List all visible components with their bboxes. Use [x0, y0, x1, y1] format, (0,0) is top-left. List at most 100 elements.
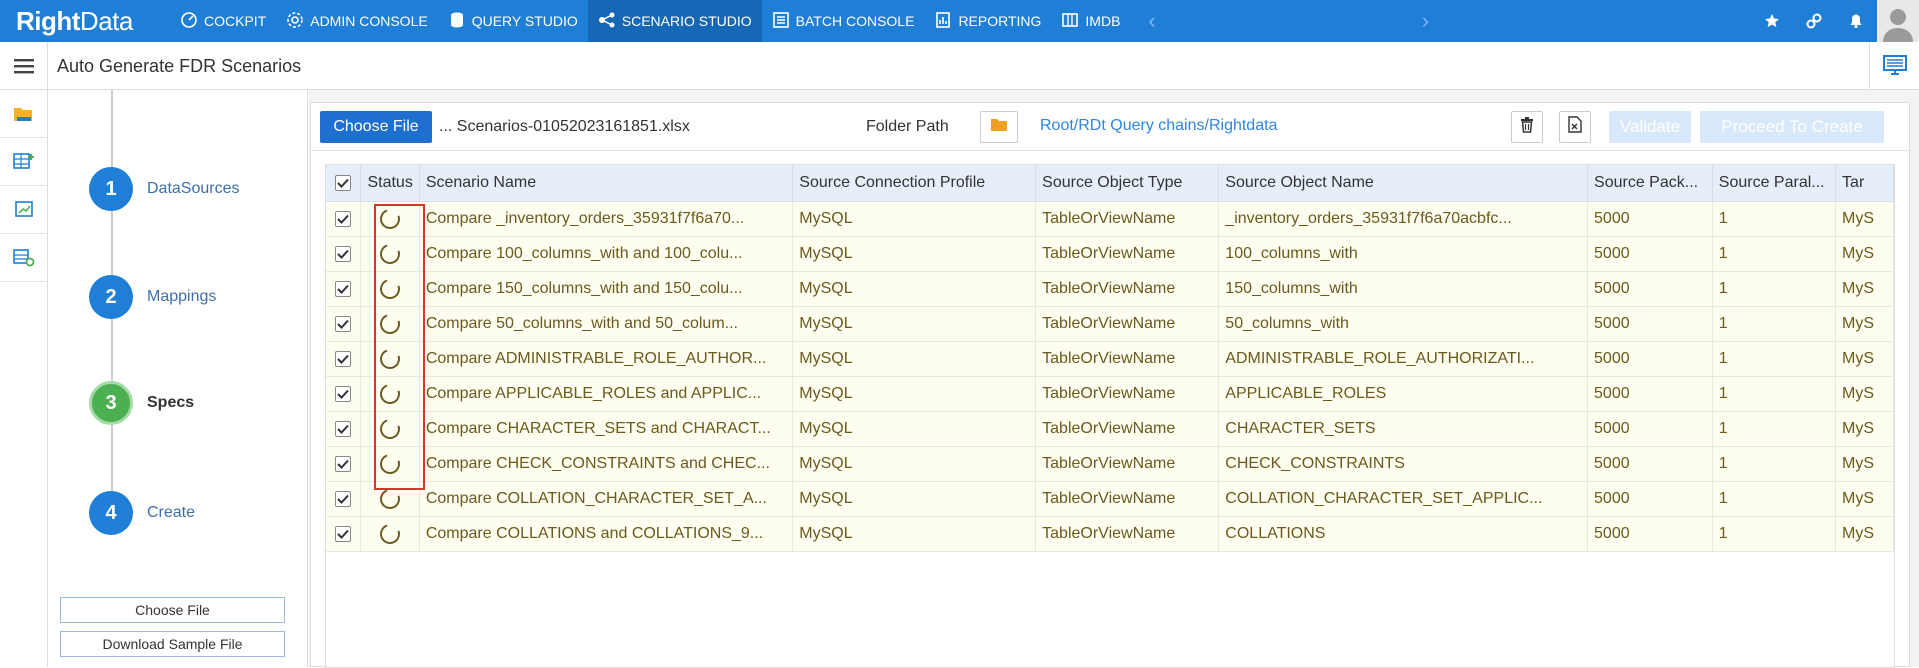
row-select-cell[interactable]	[326, 236, 362, 272]
row-select-cell[interactable]	[326, 306, 362, 342]
rail-settings-grid-icon[interactable]	[0, 234, 48, 282]
upload-choose-file-button[interactable]: Choose File	[320, 111, 432, 143]
scenario-name-cell[interactable]: Compare COLLATION_CHARACTER_SET_A...	[419, 481, 794, 517]
nav-query-studio[interactable]: QUERY STUDIO	[438, 0, 588, 42]
column-header[interactable]: Source Object Name	[1218, 165, 1589, 202]
folder-browse-button[interactable]	[980, 111, 1018, 143]
monitor-icon[interactable]	[1869, 42, 1919, 90]
row-select-cell[interactable]	[326, 446, 362, 482]
row-checkbox[interactable]	[335, 420, 352, 437]
target-cell[interactable]: MyS	[1835, 201, 1894, 237]
target-cell[interactable]: MyS	[1835, 236, 1894, 272]
target-cell[interactable]: MyS	[1835, 271, 1894, 307]
source-connection-profile-cell[interactable]: MySQL	[792, 376, 1037, 412]
source-object-name-cell[interactable]: _inventory_orders_35931f7f6a70acbfc...	[1218, 201, 1589, 237]
source-pack-cell[interactable]: 5000	[1587, 201, 1713, 237]
table-row[interactable]: Compare 50_columns_with and 50_colum... …	[326, 306, 1894, 342]
row-select-cell[interactable]	[326, 481, 362, 517]
source-object-name-cell[interactable]: COLLATION_CHARACTER_SET_APPLIC...	[1218, 481, 1589, 517]
target-cell[interactable]: MyS	[1835, 411, 1894, 447]
nav-scroll-left-icon[interactable]: ‹	[1140, 0, 1163, 42]
nav-batch-console[interactable]: BATCH CONSOLE	[762, 0, 925, 42]
source-object-type-cell[interactable]: TableOrViewName	[1035, 516, 1220, 552]
rail-chart-icon[interactable]	[0, 186, 48, 234]
source-connection-profile-cell[interactable]: MySQL	[792, 271, 1037, 307]
source-pack-cell[interactable]: 5000	[1587, 516, 1713, 552]
source-object-name-cell[interactable]: 100_columns_with	[1218, 236, 1589, 272]
source-object-type-cell[interactable]: TableOrViewName	[1035, 236, 1220, 272]
source-pack-cell[interactable]: 5000	[1587, 376, 1713, 412]
source-object-name-cell[interactable]: CHECK_CONSTRAINTS	[1218, 446, 1589, 482]
source-connection-profile-cell[interactable]: MySQL	[792, 481, 1037, 517]
export-excel-button[interactable]	[1559, 111, 1591, 143]
row-checkbox[interactable]	[335, 315, 352, 332]
select-all-header[interactable]	[326, 165, 362, 202]
delete-button[interactable]	[1511, 111, 1543, 143]
source-object-type-cell[interactable]: TableOrViewName	[1035, 201, 1220, 237]
source-connection-profile-cell[interactable]: MySQL	[792, 446, 1037, 482]
column-header[interactable]: Source Pack...	[1587, 165, 1713, 202]
source-object-type-cell[interactable]: TableOrViewName	[1035, 306, 1220, 342]
scenario-name-cell[interactable]: Compare _inventory_orders_35931f7f6a70..…	[419, 201, 794, 237]
select-all-checkbox[interactable]	[335, 174, 352, 191]
step-datasources[interactable]: 1 DataSources	[89, 167, 240, 211]
source-parallel-cell[interactable]: 1	[1712, 341, 1837, 377]
scenario-name-cell[interactable]: Compare CHARACTER_SETS and CHARACT...	[419, 411, 794, 447]
target-cell[interactable]: MyS	[1835, 341, 1894, 377]
scenario-name-cell[interactable]: Compare 150_columns_with and 150_colu...	[419, 271, 794, 307]
rail-add-grid-icon[interactable]	[0, 138, 48, 186]
source-pack-cell[interactable]: 5000	[1587, 271, 1713, 307]
table-row[interactable]: Compare 100_columns_with and 100_colu...…	[326, 236, 1894, 272]
source-object-name-cell[interactable]: 50_columns_with	[1218, 306, 1589, 342]
row-select-cell[interactable]	[326, 411, 362, 447]
source-object-type-cell[interactable]: TableOrViewName	[1035, 376, 1220, 412]
row-select-cell[interactable]	[326, 271, 362, 307]
source-parallel-cell[interactable]: 1	[1712, 201, 1837, 237]
row-checkbox[interactable]	[335, 385, 352, 402]
table-row[interactable]: Compare APPLICABLE_ROLES and APPLIC... M…	[326, 376, 1894, 412]
target-cell[interactable]: MyS	[1835, 446, 1894, 482]
table-row[interactable]: Compare CHECK_CONSTRAINTS and CHEC... My…	[326, 446, 1894, 482]
source-parallel-cell[interactable]: 1	[1712, 481, 1837, 517]
source-pack-cell[interactable]: 5000	[1587, 411, 1713, 447]
row-checkbox[interactable]	[335, 455, 352, 472]
source-parallel-cell[interactable]: 1	[1712, 411, 1837, 447]
source-pack-cell[interactable]: 5000	[1587, 306, 1713, 342]
choose-file-button[interactable]: Choose File	[60, 597, 285, 623]
scenario-name-cell[interactable]: Compare COLLATIONS and COLLATIONS_9...	[419, 516, 794, 552]
column-header[interactable]: Tar	[1835, 165, 1894, 202]
nav-scroll-right-icon[interactable]: ›	[1414, 0, 1437, 42]
nav-scenario-studio[interactable]: SCENARIO STUDIO	[587, 0, 762, 42]
scenario-name-cell[interactable]: Compare 50_columns_with and 50_colum...	[419, 306, 794, 342]
row-checkbox[interactable]	[335, 490, 352, 507]
link-icon[interactable]	[1793, 0, 1835, 42]
source-object-name-cell[interactable]: APPLICABLE_ROLES	[1218, 376, 1589, 412]
step-mappings[interactable]: 2 Mappings	[89, 275, 216, 319]
step-specs[interactable]: 3 Specs	[89, 381, 194, 425]
rail-folders-icon[interactable]	[0, 90, 48, 138]
step-create[interactable]: 4 Create	[89, 491, 195, 535]
source-connection-profile-cell[interactable]: MySQL	[792, 201, 1037, 237]
source-connection-profile-cell[interactable]: MySQL	[792, 411, 1037, 447]
source-parallel-cell[interactable]: 1	[1712, 236, 1837, 272]
table-row[interactable]: Compare CHARACTER_SETS and CHARACT... My…	[326, 411, 1894, 447]
source-parallel-cell[interactable]: 1	[1712, 376, 1837, 412]
star-icon[interactable]	[1751, 0, 1793, 42]
row-checkbox[interactable]	[335, 525, 352, 542]
source-object-type-cell[interactable]: TableOrViewName	[1035, 271, 1220, 307]
row-checkbox[interactable]	[335, 210, 352, 227]
scenario-name-cell[interactable]: Compare APPLICABLE_ROLES and APPLIC...	[419, 376, 794, 412]
nav-cockpit[interactable]: COCKPIT	[170, 0, 276, 42]
folder-path-link[interactable]: Root/RDt Query chains/Rightdata	[1040, 117, 1277, 135]
bell-icon[interactable]	[1835, 0, 1877, 42]
target-cell[interactable]: MyS	[1835, 516, 1894, 552]
source-object-type-cell[interactable]: TableOrViewName	[1035, 446, 1220, 482]
table-row[interactable]: Compare 150_columns_with and 150_colu...…	[326, 271, 1894, 307]
column-header[interactable]: Status	[360, 165, 420, 202]
scenario-name-cell[interactable]: Compare ADMINISTRABLE_ROLE_AUTHOR...	[419, 341, 794, 377]
row-checkbox[interactable]	[335, 280, 352, 297]
row-select-cell[interactable]	[326, 341, 362, 377]
source-connection-profile-cell[interactable]: MySQL	[792, 236, 1037, 272]
app-logo[interactable]: Right Data	[0, 0, 170, 42]
proceed-to-create-button[interactable]: Proceed To Create	[1700, 111, 1884, 143]
